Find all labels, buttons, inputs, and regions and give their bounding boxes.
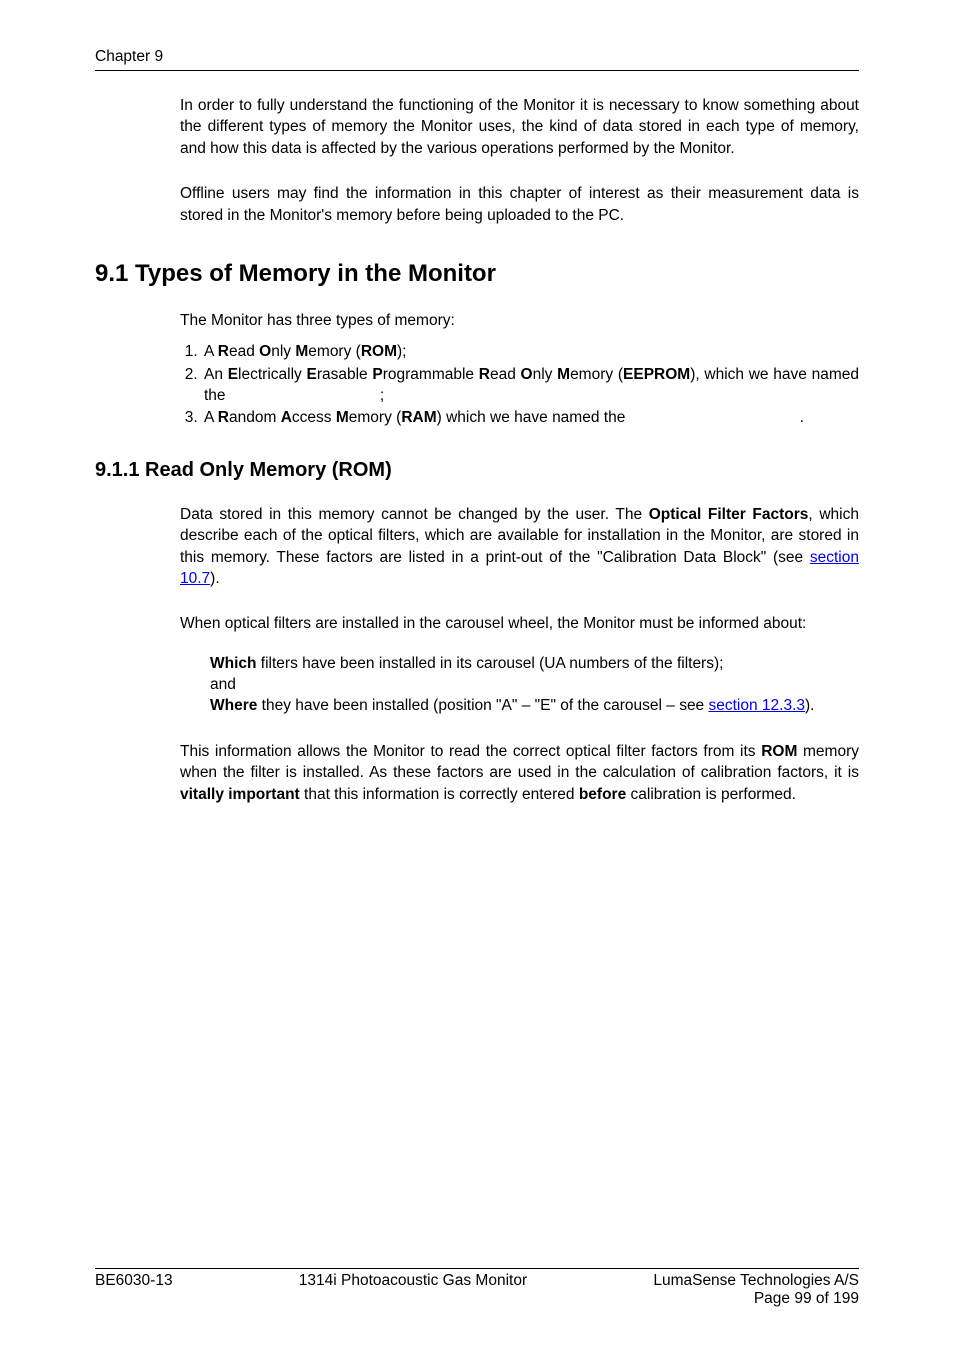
and-line: and — [210, 674, 859, 695]
which-clause: Which filters have been installed in its… — [210, 653, 859, 674]
body: In order to fully understand the functio… — [180, 95, 859, 159]
where-clause: Where they have been installed (position… — [210, 695, 859, 716]
header-rule — [95, 70, 859, 71]
memory-types-list: A Read Only Memory (ROM); An Electricall… — [180, 341, 859, 429]
footer-title: 1314i Photoacoustic Gas Monitor — [299, 1272, 527, 1308]
paragraph: The Monitor has three types of memory: — [180, 310, 859, 331]
footer-doc-id: BE6030-13 — [95, 1272, 173, 1308]
footer-rule — [95, 1268, 859, 1269]
section-heading-9-1: 9.1 Types of Memory in the Monitor — [95, 260, 859, 288]
paragraph: In order to fully understand the functio… — [180, 95, 859, 159]
paragraph: Offline users may find the information i… — [180, 183, 859, 226]
page-footer: BE6030-13 1314i Photoacoustic Gas Monito… — [95, 1268, 859, 1308]
list-item: An Electrically Erasable Programmable Re… — [202, 364, 859, 407]
subsection-heading-9-1-1: 9.1.1 Read Only Memory (ROM) — [95, 459, 859, 482]
running-header: Chapter 9 — [95, 48, 859, 66]
list-item: A Read Only Memory (ROM); — [202, 341, 859, 362]
paragraph: This information allows the Monitor to r… — [180, 741, 859, 805]
list-item: A Random Access Memory (RAM) which we ha… — [202, 407, 859, 428]
footer-page-number: Page 99 of 199 — [754, 1290, 859, 1307]
footer-company: LumaSense Technologies A/S — [653, 1272, 859, 1289]
document-page: Chapter 9 In order to fully understand t… — [0, 0, 954, 1350]
paragraph: When optical filters are installed in th… — [180, 613, 859, 634]
paragraph: Data stored in this memory cannot be cha… — [180, 504, 859, 590]
link-section-12-3-3[interactable]: section 12.3.3 — [709, 697, 806, 714]
